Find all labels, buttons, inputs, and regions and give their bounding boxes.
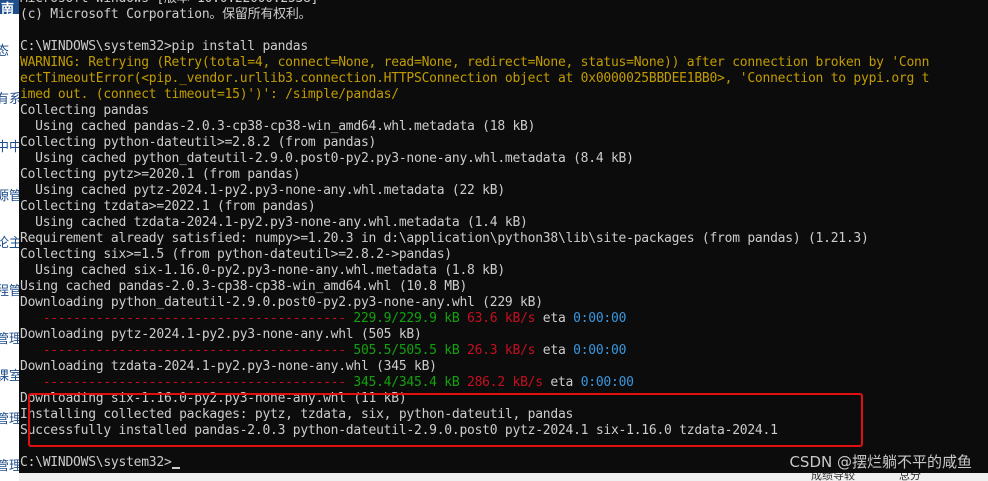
terminal-text-segment: 0:00:00 [573, 343, 627, 358]
terminal-line: imed out. (connect timeout=15)')': /simp… [20, 87, 399, 103]
terminal-line: Using cached tzdata-2024.1-py2.py3-none-… [20, 215, 528, 231]
terminal-window[interactable]: Microsoft Windows [版本 10.0.22000.2538](c… [19, 0, 988, 481]
sidebar-fragment: 中中 [0, 140, 19, 155]
terminal-text-segment: Using cached tzdata-2024.1-py2.py3-none-… [20, 215, 528, 230]
terminal-line: Using cached six-1.16.0-py2.py3-none-any… [20, 263, 505, 279]
terminal-text-segment: eta [542, 375, 581, 390]
terminal-text-segment: Collecting pytz>=2020.1 (from pandas) [20, 167, 301, 182]
terminal-text-segment: ---------------------------------------- [20, 343, 354, 358]
watermark: CSDN @摆烂躺不平的咸鱼 [789, 453, 972, 471]
terminal-text-segment: C:\WINDOWS\system32>pip install pandas [20, 39, 308, 54]
terminal-text-segment: Collecting pandas [20, 103, 149, 118]
highlight-annotation-box [28, 393, 863, 447]
terminal-line: Requirement already satisfied: numpy>=1.… [20, 231, 869, 247]
terminal-text-segment: 229.9/229.9 kB [353, 311, 460, 326]
terminal-line: Collecting six>=1.5 (from python-dateuti… [20, 247, 452, 263]
terminal-line: ----------------------------------------… [20, 375, 634, 391]
bottom-strip-left-text: 成绩导较 [811, 473, 855, 481]
terminal-text-segment: WARNING: Retrying (Retry(total=4, connec… [20, 55, 930, 70]
terminal-text-segment: ectTimeoutError(<pip._vendor.urllib3.con… [20, 71, 930, 86]
terminal-text-segment: Downloading tzdata-2024.1-py2.py3-none-a… [20, 359, 437, 374]
sidebar-fragment: 态 [0, 44, 10, 59]
terminal-line: C:\WINDOWS\system32> [20, 455, 180, 471]
terminal-line: Using cached pandas-2.0.3-cp38-cp38-win_… [20, 119, 535, 135]
terminal-line: Downloading python_dateutil-2.9.0.post0-… [20, 295, 543, 311]
terminal-line: Collecting python-dateutil>=2.8.2 (from … [20, 135, 376, 151]
terminal-text-segment: eta [535, 343, 574, 358]
terminal-text-segment: ---------------------------------------- [20, 375, 354, 390]
terminal-text-segment: Requirement already satisfied: numpy>=1.… [20, 231, 869, 246]
terminal-text-segment: 26.3 kB/s [467, 343, 536, 358]
terminal-line: C:\WINDOWS\system32>pip install pandas [20, 39, 308, 55]
terminal-text-segment: 0:00:00 [580, 375, 634, 390]
terminal-text-segment: 0:00:00 [573, 311, 627, 326]
sidebar-fragment: 论主 [0, 236, 19, 251]
terminal-line: ----------------------------------------… [20, 311, 627, 327]
bottom-strip-right-text: 总分 [899, 473, 921, 481]
sidebar-fragment: 有系 [0, 92, 19, 107]
terminal-text-segment: 286.2 kB/s [467, 375, 543, 390]
terminal-line: (c) Microsoft Corporation。保留所有权利。 [20, 7, 312, 23]
terminal-text-segment: Downloading python_dateutil-2.9.0.post0-… [20, 295, 543, 310]
background-app-sidebar: 南 态有系 中中 源管 论主 程管 管理 课室 管理 管理 [0, 0, 19, 481]
terminal-text-segment: Using cached python_dateutil-2.9.0.post0… [20, 151, 634, 166]
terminal-text-segment: Collecting tzdata>=2022.1 (from pandas) [20, 199, 316, 214]
terminal-line: Downloading pytz-2024.1-py2.py3-none-any… [20, 327, 422, 343]
sidebar-header: 南 [0, 0, 19, 17]
terminal-text-segment: 505.5/505.5 kB [353, 343, 460, 358]
terminal-text-segment: Using cached pandas-2.0.3-cp38-cp38-win_… [20, 279, 468, 294]
terminal-line: Collecting pytz>=2020.1 (from pandas) [20, 167, 301, 183]
sidebar-fragment: 管理 [0, 459, 19, 474]
terminal-text-segment: Collecting python-dateutil>=2.8.2 (from … [20, 135, 377, 150]
terminal-line: Collecting tzdata>=2022.1 (from pandas) [20, 199, 316, 215]
terminal-text-segment: Using cached pandas-2.0.3-cp38-cp38-win_… [20, 119, 536, 134]
terminal-text-segment: imed out. (connect timeout=15)')': /simp… [20, 87, 399, 102]
terminal-text-segment: Using cached pytz-2024.1-py2.py3-none-an… [20, 183, 505, 198]
terminal-text-segment: 63.6 kB/s [467, 311, 536, 326]
text-cursor [171, 467, 180, 469]
terminal-line: Collecting pandas [20, 103, 149, 119]
terminal-line: Microsoft Windows [版本 10.0.22000.2538] [20, 0, 319, 7]
terminal-text-segment: Microsoft Windows [版本 10.0.22000.2538] [20, 0, 319, 6]
terminal-text-segment: 345.4/345.4 kB [353, 375, 460, 390]
terminal-text-segment: C:\WINDOWS\system32> [20, 455, 172, 470]
sidebar-fragment: 管理 [0, 412, 19, 427]
background-app-bottom-strip: 成绩导较 总分 [19, 473, 988, 481]
terminal-line: WARNING: Retrying (Retry(total=4, connec… [20, 55, 929, 71]
terminal-line: ectTimeoutError(<pip._vendor.urllib3.con… [20, 71, 929, 87]
sidebar-fragment: 程管 [0, 284, 19, 299]
sidebar-fragment: 管理 [0, 332, 19, 347]
sidebar-fragment: 源管 [0, 189, 19, 204]
terminal-text-segment: eta [535, 311, 574, 326]
terminal-line: Using cached python_dateutil-2.9.0.post0… [20, 151, 634, 167]
terminal-line: ----------------------------------------… [20, 343, 627, 359]
terminal-line: Downloading tzdata-2024.1-py2.py3-none-a… [20, 359, 437, 375]
terminal-line: Using cached pandas-2.0.3-cp38-cp38-win_… [20, 279, 467, 295]
terminal-line: Using cached pytz-2024.1-py2.py3-none-an… [20, 183, 505, 199]
terminal-text-segment: Using cached six-1.16.0-py2.py3-none-any… [20, 263, 505, 278]
terminal-text-segment: Downloading pytz-2024.1-py2.py3-none-any… [20, 327, 422, 342]
terminal-text-segment: Collecting six>=1.5 (from python-dateuti… [20, 247, 452, 262]
terminal-text-segment: ---------------------------------------- [20, 311, 354, 326]
sidebar-header-char: 南 [1, 2, 15, 17]
terminal-text-segment: (c) Microsoft Corporation。保留所有权利。 [20, 7, 312, 22]
sidebar-fragment: 课室 [0, 369, 19, 384]
